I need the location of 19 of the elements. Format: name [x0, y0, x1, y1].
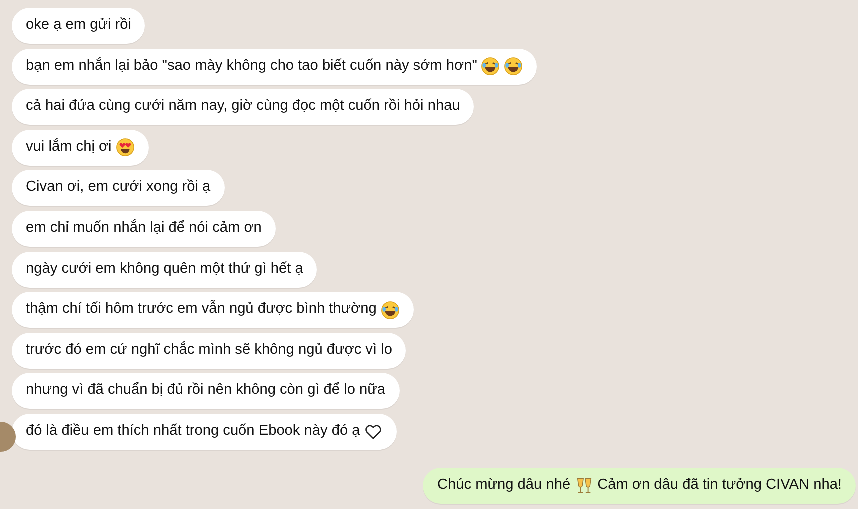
laughing-emoji-icon [380, 300, 400, 320]
message-text: oke ạ em gửi rồi [26, 16, 132, 36]
message-text: vui lắm chị ơi [26, 137, 112, 157]
message-text: Chúc mừng dâu nhé [437, 476, 571, 495]
message-text: ngày cưới em không quên một thứ gì hết ạ [26, 260, 304, 279]
message-text: nhưng vì đã chuẩn bị đủ rồi nên không còn gì để lo nữa [26, 381, 386, 400]
laughing-emoji-icon [481, 57, 500, 76]
message-text: đó là điều em thích nhất trong cuốn Ebook này đó ạ [26, 422, 360, 441]
heart-outline-icon [364, 422, 384, 442]
heart-eyes-emoji-icon [116, 138, 135, 158]
message-text: bạn em nhắn lại bảo "sao mày không cho tao biết cuốn này sớm hơn" [26, 56, 478, 76]
message-text: em chỉ muốn nhắn lại để nói cảm ơn [26, 218, 262, 238]
message-text: Civan ơi, em cưới xong rồi ạ [26, 178, 211, 198]
message-text: trước đó em cứ nghĩ chắc mình sẽ không ngủ được vì lo [26, 340, 392, 360]
message-text: thậm chí tối hôm trước em vẫn ngủ được bình thường [26, 299, 377, 320]
message-text: Cảm ơn dâu đã tin tưởng CIVAN nha! [598, 476, 842, 495]
laughing-emoji-icon [504, 57, 524, 76]
message-text: cả hai đứa cùng cưới năm nay, giờ cùng đọc một cuốn rồi hỏi nhau [26, 97, 460, 116]
glasses-clinking-icon [574, 476, 594, 496]
